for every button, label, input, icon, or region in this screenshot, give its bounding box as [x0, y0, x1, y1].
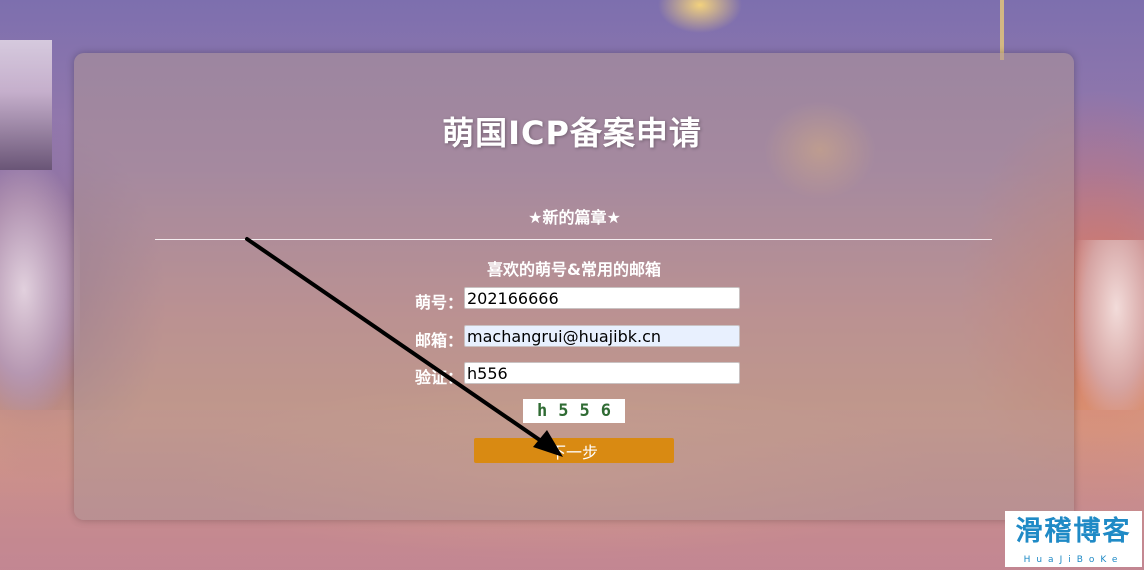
email-input[interactable] [464, 325, 740, 347]
captcha-image[interactable]: h556 [523, 399, 625, 423]
verify-input[interactable] [464, 362, 740, 384]
form-prompt: 喜欢的萌号&常用的邮箱 [487, 260, 661, 279]
page-title: 萌国ICP备案申请 [442, 114, 702, 152]
background-lamp-pole [1000, 0, 1004, 60]
email-label: 邮箱： [414, 331, 463, 350]
blog-logo: 滑稽博客 HuaJiBoKe [1005, 511, 1142, 567]
nickname-input[interactable] [464, 287, 740, 309]
next-step-button[interactable]: 下一步 [474, 438, 674, 463]
section-subtitle: ★新的篇章★ [528, 208, 621, 227]
divider [155, 239, 992, 240]
logo-subtext: HuaJiBoKe [1023, 555, 1124, 565]
logo-text: 滑稽博客 [1015, 516, 1132, 547]
verify-label: 验证： [414, 368, 463, 387]
nickname-label: 萌号： [414, 293, 463, 312]
